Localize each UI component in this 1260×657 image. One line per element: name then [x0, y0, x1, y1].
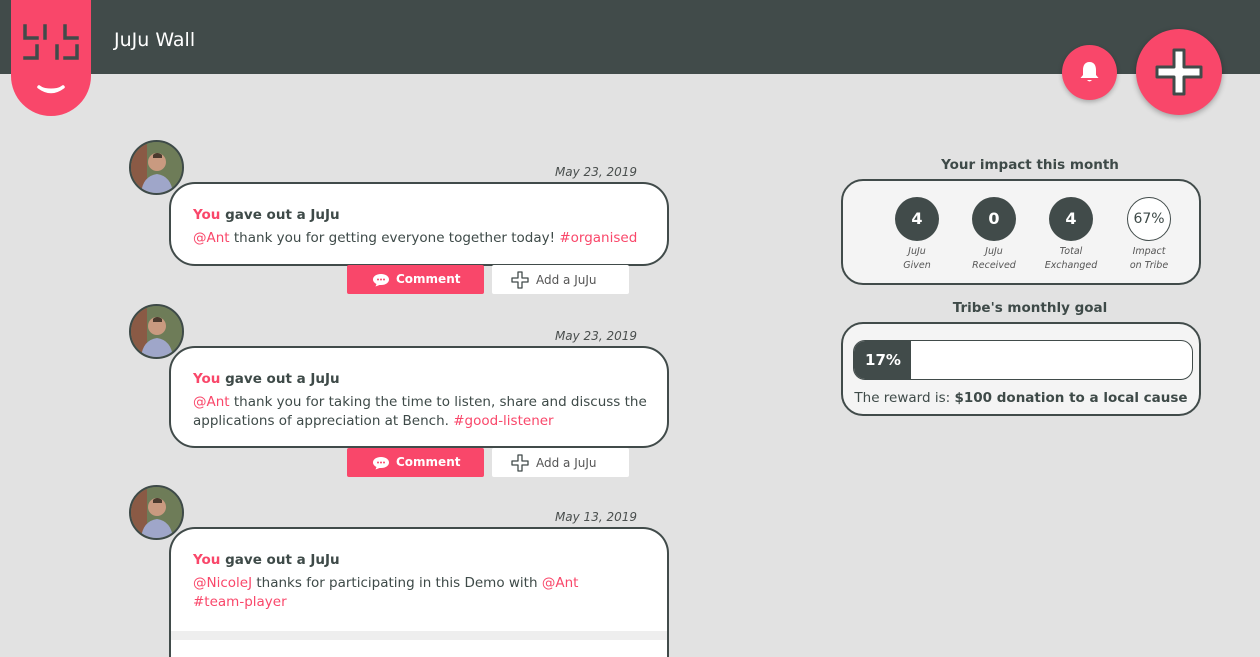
post-card: You gave out a JuJu @Ant thank you for g…	[169, 182, 669, 266]
add-juju-label: Add a JuJu	[536, 273, 597, 287]
plus-icon	[1155, 48, 1203, 96]
stat-value: 0	[972, 197, 1016, 241]
post-actions: Comment Add a JuJu	[347, 448, 629, 478]
post-footer-strip	[171, 631, 667, 640]
mention-link[interactable]: @NicoleJ	[193, 575, 252, 591]
stat-label: JuJu Received	[972, 246, 1016, 271]
goal-title: Tribe's monthly goal	[952, 300, 1108, 316]
post-action: gave out a JuJu	[225, 207, 340, 223]
stat-label: Total Exchanged	[1044, 246, 1098, 271]
add-juju-button[interactable]: Add a JuJu	[492, 448, 629, 477]
user-photo-icon	[131, 306, 182, 357]
post-heading: You gave out a JuJu	[193, 371, 647, 387]
hashtag-link[interactable]: #team-player	[193, 594, 287, 610]
stat-label: JuJu Given	[903, 246, 931, 271]
mention-link[interactable]: @Ant	[193, 230, 230, 246]
stat-value: 67%	[1127, 197, 1171, 241]
feed-post: May 23, 2019 You gave out a JuJu @Ant th…	[129, 304, 670, 480]
plus-outline-icon	[511, 271, 529, 289]
comment-button-label: Comment	[396, 272, 461, 286]
stat-total-exchanged: 4 Total Exchanged	[1031, 197, 1111, 273]
stat-value: 4	[1049, 197, 1093, 241]
comment-button[interactable]: Comment	[347, 448, 484, 477]
message-text: thank you for getting everyone together …	[229, 230, 560, 246]
page-title: JuJu Wall	[114, 29, 196, 51]
add-juju-label: Add a JuJu	[536, 456, 597, 470]
post-action: gave out a JuJu	[225, 552, 340, 568]
give-juju-button[interactable]	[1136, 29, 1222, 115]
goal-progress-bar: 17%	[853, 340, 1193, 380]
stat-value: 4	[895, 197, 939, 241]
reward-prefix: The reward is:	[854, 390, 955, 406]
add-juju-button[interactable]: Add a JuJu	[492, 265, 629, 294]
avatar[interactable]	[129, 485, 184, 540]
goal-card: 17% The reward is: $100 donation to a lo…	[841, 322, 1201, 416]
avatar[interactable]	[129, 304, 184, 359]
post-message: @Ant thank you for getting everyone toge…	[193, 229, 647, 248]
post-actor[interactable]: You	[193, 371, 220, 387]
hashtag-link[interactable]: #organised	[559, 230, 637, 246]
stat-juju-given: 4 JuJu Given	[877, 197, 957, 273]
feed-post: May 13, 2019 You gave out a JuJu @Nicole…	[129, 485, 670, 657]
post-action: gave out a JuJu	[225, 371, 340, 387]
stat-impact-on-tribe: 67% Impact on Tribe	[1109, 197, 1189, 273]
post-date: May 13, 2019	[554, 510, 637, 524]
stat-juju-received: 0 JuJu Received	[954, 197, 1034, 273]
notifications-button[interactable]	[1062, 45, 1117, 100]
post-message: @NicoleJ thanks for participating in thi…	[193, 574, 633, 612]
post-message: @Ant thank you for taking the time to li…	[193, 393, 647, 431]
avatar[interactable]	[129, 140, 184, 195]
comment-button[interactable]: Comment	[347, 265, 484, 294]
user-photo-icon	[131, 142, 182, 193]
goal-progress-label: 17%	[865, 351, 901, 369]
logo-menu-button[interactable]	[11, 0, 91, 116]
post-heading: You gave out a JuJu	[193, 207, 647, 223]
impact-title: Your impact this month	[941, 157, 1119, 173]
hashtag-link[interactable]: #good-listener	[453, 413, 553, 429]
user-photo-icon	[131, 487, 182, 538]
post-date: May 23, 2019	[554, 329, 637, 343]
comment-icon	[373, 274, 389, 287]
comment-icon	[373, 457, 389, 470]
plus-outline-icon	[511, 454, 529, 472]
stat-label: Impact on Tribe	[1129, 246, 1169, 271]
post-actor[interactable]: You	[193, 207, 220, 223]
goal-reward: The reward is: $100 donation to a local …	[843, 390, 1199, 406]
bell-icon	[1080, 62, 1099, 82]
feed-post: May 23, 2019 You gave out a JuJu @Ant th…	[129, 140, 670, 300]
post-heading: You gave out a JuJu	[193, 552, 647, 568]
comment-button-label: Comment	[396, 455, 461, 469]
post-card: You gave out a JuJu @Ant thank you for t…	[169, 346, 669, 448]
message-text: thank you for taking the time to listen,…	[193, 394, 647, 429]
post-date: May 23, 2019	[554, 165, 637, 179]
juju-logo-icon	[23, 24, 79, 94]
impact-card: 4 JuJu Given 0 JuJu Received 4 Total Exchan…	[841, 179, 1201, 285]
mention-link[interactable]: @Ant	[542, 575, 579, 591]
reward-value: $100 donation to a local cause	[954, 390, 1188, 406]
mention-link[interactable]: @Ant	[193, 394, 230, 410]
message-text: thanks for participating in this Demo wi…	[252, 575, 542, 591]
post-actor[interactable]: You	[193, 552, 220, 568]
post-actions: Comment Add a JuJu	[347, 265, 629, 295]
